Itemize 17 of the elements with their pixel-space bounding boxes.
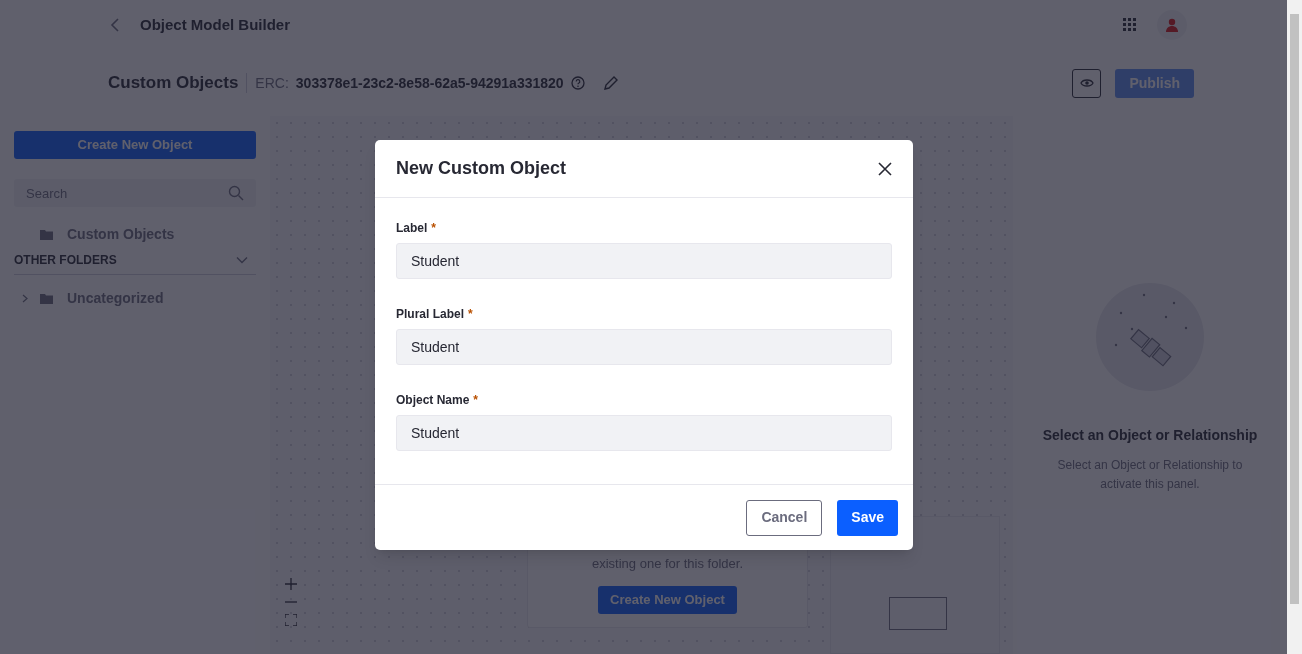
- folder-title: Custom Objects: [108, 72, 239, 95]
- field-label: Label *: [396, 219, 437, 237]
- field-label: Object Name *: [396, 391, 480, 409]
- panel-title: Select an Object or Relationship: [1042, 426, 1258, 445]
- save-button[interactable]: Save: [837, 499, 898, 536]
- required-asterisk: *: [431, 220, 436, 237]
- close-icon[interactable]: [878, 161, 892, 176]
- erc-value: 303378e1-23c2-8e58-62a5-94291a331820: [295, 73, 564, 93]
- cancel-button[interactable]: Cancel: [746, 499, 823, 536]
- field-label: Plural Label *: [396, 305, 474, 323]
- required-asterisk: *: [468, 306, 473, 323]
- page-title: Object Model Builder: [140, 14, 290, 35]
- text-input[interactable]: Student: [396, 243, 892, 279]
- text-input[interactable]: Student: [396, 329, 892, 365]
- required-asterisk: *: [473, 392, 479, 409]
- modal-title: New Custom Object: [396, 157, 567, 180]
- text-input[interactable]: Student: [396, 415, 892, 451]
